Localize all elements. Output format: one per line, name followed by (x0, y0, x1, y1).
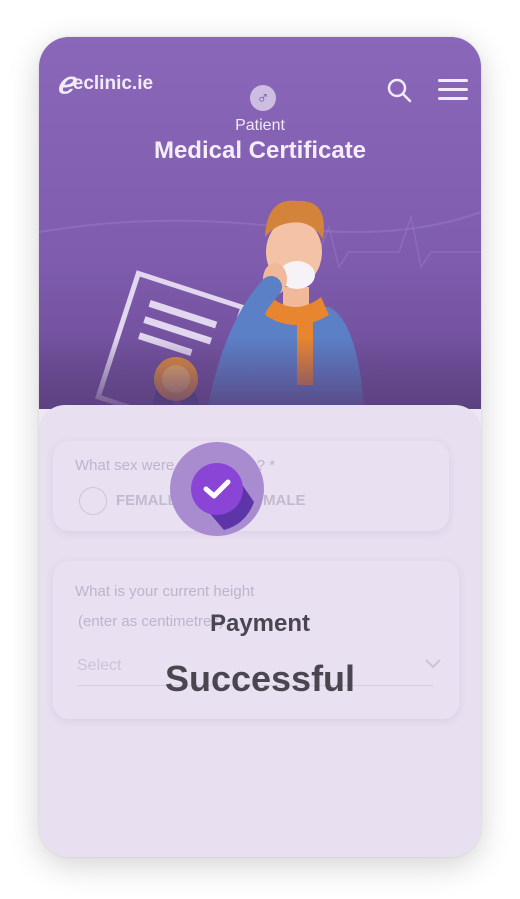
option-female-label: FEMALE (116, 492, 178, 509)
radio-female[interactable] (79, 487, 107, 515)
hero-banner: ℯ eclinic.ie ♂ Patient Medical Certifica… (39, 37, 481, 417)
payment-label: Payment (209, 610, 311, 637)
hamburger-menu-icon[interactable] (438, 79, 468, 101)
logo-text: eclinic.ie (72, 73, 154, 94)
male-symbol-icon: ♂ (250, 85, 276, 111)
height-question-label: What is your current height (75, 583, 255, 600)
hero-fade (39, 337, 481, 409)
search-icon[interactable] (386, 77, 412, 103)
role-label: Patient (235, 117, 285, 134)
option-male-label: MALE (263, 492, 306, 509)
logo[interactable]: ℯ eclinic.ie (57, 69, 153, 99)
check-success-icon (170, 442, 264, 536)
successful-label: Successful (164, 658, 356, 699)
